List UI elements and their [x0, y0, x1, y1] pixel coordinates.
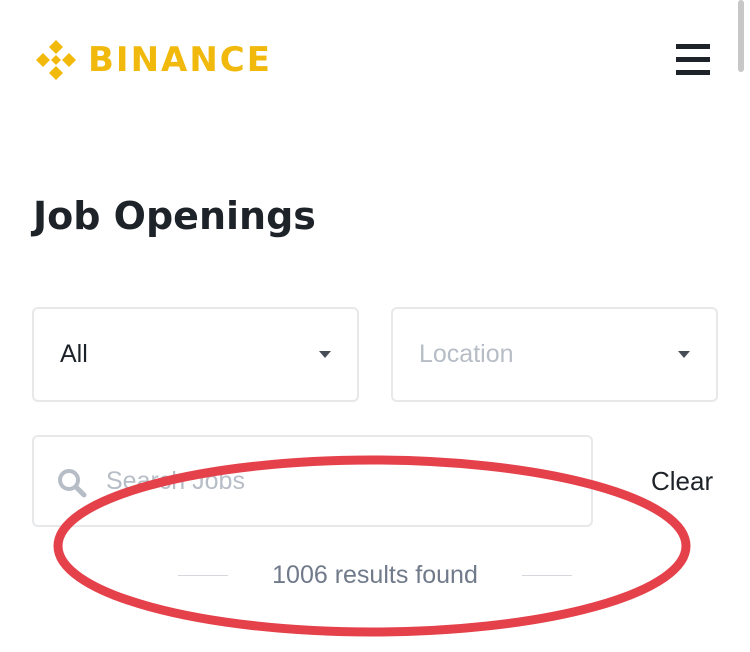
category-select-value: All [60, 340, 88, 368]
page-title: Job Openings [33, 194, 316, 238]
binance-diamond-logo-icon [36, 40, 76, 80]
clear-button[interactable]: Clear [651, 463, 713, 499]
results-summary: 1006 results found [178, 557, 572, 593]
site-header: BINANCE [0, 0, 750, 120]
caret-down-icon [678, 351, 690, 358]
location-select-placeholder: Location [419, 340, 514, 368]
binance-logo[interactable]: BINANCE [32, 36, 272, 84]
category-select[interactable]: All [32, 307, 359, 402]
search-icon [58, 469, 87, 498]
search-box[interactable] [32, 435, 593, 527]
location-select[interactable]: Location [391, 307, 718, 402]
caret-down-icon [319, 351, 331, 358]
scrollbar[interactable] [738, 0, 744, 72]
hamburger-menu-icon[interactable] [676, 40, 712, 78]
results-count: 1006 results found [272, 561, 478, 589]
search-input[interactable] [106, 437, 576, 525]
logo-wordmark: BINANCE [88, 40, 272, 80]
